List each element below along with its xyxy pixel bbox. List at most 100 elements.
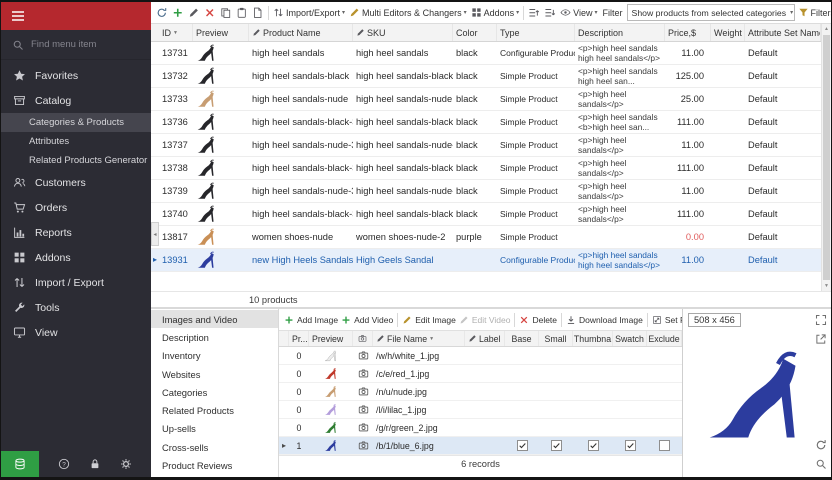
column-header-exclude[interactable]: Exclude	[647, 331, 682, 346]
paste-button[interactable]	[235, 4, 249, 22]
product-row-13731[interactable]: 13731high heel sandalshigh heel sandalsb…	[151, 42, 821, 65]
set-resize-rule-button[interactable]: Set Resize Rule	[652, 315, 682, 325]
refresh-button[interactable]	[155, 4, 169, 22]
scroll-down-arrow[interactable]: ▼	[822, 281, 831, 291]
column-header-weight[interactable]: Weight	[711, 24, 745, 41]
sidebar-item-customers[interactable]: Customers	[1, 170, 151, 195]
column-header-description[interactable]: Description	[575, 24, 665, 41]
help-button[interactable]	[58, 458, 70, 470]
hamburger-menu-icon[interactable]	[10, 8, 26, 24]
product-row-13739[interactable]: 13739high heel sandals-nude-37high heel …	[151, 180, 821, 203]
tab-websites[interactable]: Websites	[151, 365, 278, 383]
exclude-checkbox[interactable]	[659, 440, 670, 451]
edit-product-button[interactable]	[187, 4, 201, 22]
duplicate-button[interactable]	[251, 4, 265, 22]
sidebar-item-orders[interactable]: Orders	[1, 195, 151, 220]
tab-cross-sells[interactable]: Cross-sells	[151, 438, 278, 456]
product-row-13736[interactable]: 13736high heel sandals-black-36high heel…	[151, 111, 821, 134]
column-header-type[interactable]: Type	[497, 24, 575, 41]
column-header-swatch[interactable]: Swatch	[613, 331, 647, 346]
sidebar-item-categories-products[interactable]: Categories & Products	[1, 113, 151, 132]
edit-video-button[interactable]: Edit Video	[459, 315, 511, 325]
column-header-color[interactable]: Color	[453, 24, 497, 41]
image-row[interactable]: 0/c/e/red_1.jpg	[279, 365, 682, 383]
scrollbar-thumb[interactable]	[823, 35, 830, 280]
tab-inventory[interactable]: Inventory	[151, 347, 278, 365]
base-checkbox[interactable]	[517, 440, 528, 451]
delete-product-button[interactable]	[203, 4, 217, 22]
column-header-attribute-set-name[interactable]: Attribute Set Name	[745, 24, 821, 41]
addons-menu[interactable]: Addons▾	[470, 7, 521, 18]
column-header-id[interactable]: ID▼	[159, 24, 193, 41]
database-connection-button[interactable]	[1, 451, 39, 477]
tab-categories[interactable]: Categories	[151, 383, 278, 401]
image-row[interactable]: 0/w/h/white_1.jpg	[279, 347, 682, 365]
swatch-checkbox[interactable]	[625, 440, 636, 451]
sidebar-item-view[interactable]: View	[1, 320, 151, 345]
sidebar-item-catalog[interactable]: Catalog	[1, 88, 151, 113]
product-row-13733[interactable]: 13733high heel sandals-nudehigh heel san…	[151, 88, 821, 111]
product-row-13737[interactable]: 13737high heel sandals-nude-36high heel …	[151, 134, 821, 157]
column-header-file-name[interactable]: File Name▼	[373, 331, 465, 346]
download-image-button[interactable]: Download Image	[566, 315, 643, 325]
add-video-button[interactable]: Add Video	[341, 315, 393, 325]
column-header-product-name[interactable]: Product Name	[249, 24, 353, 41]
product-row-13738[interactable]: 13738high heel sandals-black-37high heel…	[151, 157, 821, 180]
expand-row-icon[interactable]: ▸	[282, 442, 286, 450]
image-row[interactable]: 0/l/i/lilac_1.jpg	[279, 401, 682, 419]
sidebar-item-attributes[interactable]: Attributes	[1, 132, 151, 151]
tab-product-reviews[interactable]: Product Reviews	[151, 456, 278, 474]
lock-button[interactable]	[89, 458, 101, 470]
column-header-price[interactable]: Price,$	[665, 24, 711, 41]
image-row[interactable]: ▸1/b/1/blue_6.jpg	[279, 437, 682, 455]
add-image-button[interactable]: Add Image	[284, 315, 338, 325]
tab-images-and-video[interactable]: Images and Video	[151, 310, 278, 328]
product-row-13931[interactable]: ▸13931new High Heels SandalsHigh Geels S…	[151, 249, 821, 272]
filters-menu[interactable]: Filters▾	[797, 7, 831, 18]
category-filter-select[interactable]: Show products from selected categories▾	[627, 4, 795, 21]
tab-related-products[interactable]: Related Products	[151, 401, 278, 419]
product-row-13740[interactable]: 13740high heel sandals-black-38high heel…	[151, 203, 821, 226]
settings-button[interactable]	[120, 458, 132, 470]
delete-image-button[interactable]: Delete	[519, 315, 557, 325]
copy-button[interactable]	[219, 4, 233, 22]
image-row[interactable]: 0/g/r/green_2.jpg	[279, 419, 682, 437]
sidebar-item-tools[interactable]: Tools	[1, 295, 151, 320]
open-external-button[interactable]	[815, 333, 827, 345]
column-header-preview[interactable]: Preview	[309, 331, 353, 346]
column-header-preview[interactable]: Preview	[193, 24, 249, 41]
column-header-base[interactable]: Base	[505, 331, 539, 346]
add-product-button[interactable]	[171, 4, 185, 22]
product-row-13732[interactable]: 13732high heel sandals-blackhigh heel sa…	[151, 65, 821, 88]
column-header-camera[interactable]	[353, 331, 373, 346]
column-header-small[interactable]: Small	[539, 331, 573, 346]
sidebar-item-related-products-generator[interactable]: Related Products Generator	[1, 151, 151, 170]
vertical-scrollbar[interactable]: ▲ ▼	[821, 24, 831, 291]
zoom-button[interactable]	[815, 458, 827, 470]
multi-editors-menu[interactable]: Multi Editors & Changers▾	[348, 7, 468, 18]
small-checkbox[interactable]	[551, 440, 562, 451]
import-export-menu[interactable]: Import/Export▾	[272, 7, 346, 18]
fullscreen-button[interactable]	[815, 314, 827, 326]
tab-up-sells[interactable]: Up-sells	[151, 420, 278, 438]
product-row-13817[interactable]: 13817women shoes-nudewomen shoes-nude-2p…	[151, 226, 821, 249]
scroll-up-arrow[interactable]: ▲	[822, 24, 831, 34]
edit-image-button[interactable]: Edit Image	[402, 315, 456, 325]
thumbnail-checkbox[interactable]	[588, 440, 599, 451]
column-header-thumbnail[interactable]: Thumbna	[573, 331, 613, 346]
menu-search-input[interactable]	[31, 39, 131, 50]
rotate-button[interactable]	[815, 439, 827, 451]
column-header-sku[interactable]: SKU	[353, 24, 453, 41]
sidebar-item-reports[interactable]: Reports	[1, 220, 151, 245]
expand-all-button[interactable]	[527, 4, 541, 22]
panel-collapse-handle[interactable]: ◂	[151, 222, 159, 246]
view-menu[interactable]: View▾	[559, 7, 598, 18]
sidebar-item-addons[interactable]: Addons	[1, 245, 151, 270]
sidebar-item-favorites[interactable]: Favorites	[1, 63, 151, 88]
collapse-all-button[interactable]	[543, 4, 557, 22]
expand-row-icon[interactable]: ▸	[153, 256, 157, 264]
image-row[interactable]: 0/n/u/nude.jpg	[279, 383, 682, 401]
column-header-priority[interactable]: Pr...	[289, 331, 309, 346]
tab-description[interactable]: Description	[151, 328, 278, 346]
sidebar-item-import-export[interactable]: Import / Export	[1, 270, 151, 295]
